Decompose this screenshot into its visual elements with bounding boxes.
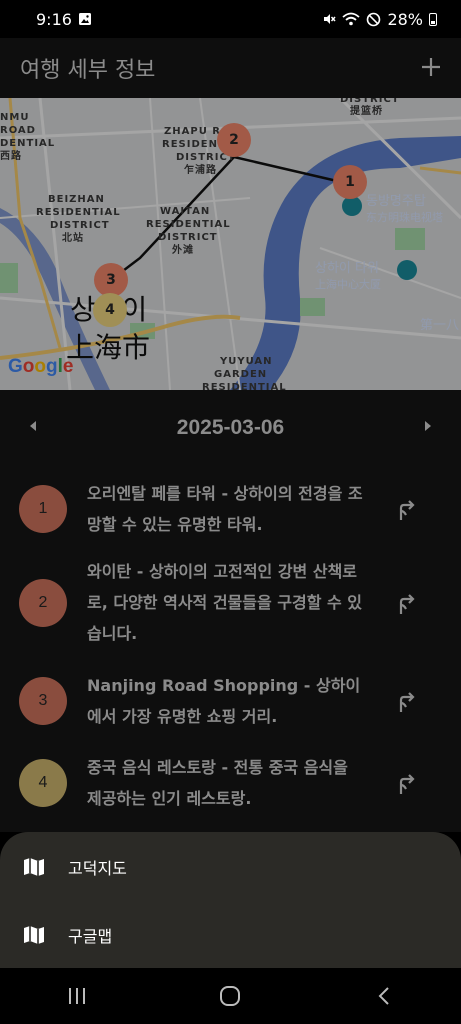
home-icon: [220, 986, 241, 1006]
map-label-residential-3: RESIDENTIAL: [146, 219, 231, 230]
place-number-badge: 4: [19, 759, 67, 807]
map-label-tower-cn: 上海中心大厦: [315, 278, 381, 291]
map-marker-2[interactable]: 2: [217, 123, 251, 157]
system-nav-bar: [0, 968, 461, 1024]
status-right: 28%: [322, 10, 437, 29]
date-navigation: 2025-03-06: [0, 390, 461, 466]
next-date-button[interactable]: [423, 420, 433, 436]
recents-button[interactable]: [47, 976, 107, 1016]
map-label-beizhan: BEIZHAN: [48, 194, 105, 205]
page-title: 여행 세부 정보: [20, 58, 156, 83]
mute-icon: [324, 14, 337, 24]
app-bar: 여행 세부 정보: [0, 38, 461, 98]
map-icon: [24, 858, 44, 876]
place-description: 와이탄 - 상하이의 고전적인 강변 산책로로, 다양한 역사적 건물들을 구경…: [87, 562, 363, 643]
add-button[interactable]: [421, 54, 441, 82]
battery-icon: [429, 12, 437, 26]
place-description: 오리엔탈 페를 타워 - 상하이의 전경을 조망할 수 있는 유명한 타워.: [87, 484, 363, 534]
map-label-garden: GARDEN: [214, 369, 268, 380]
map-label-zhapu-cn: 乍浦路: [184, 165, 217, 176]
directions-icon[interactable]: [394, 690, 418, 714]
place-number-badge: 3: [19, 677, 67, 725]
map-label-district-top: DISTRICT: [340, 98, 400, 105]
dnd-icon: [367, 12, 381, 26]
map-label-tilanqiao: 提篮桥: [350, 106, 383, 117]
directions-icon[interactable]: [394, 498, 418, 522]
map-app-bottom-sheet: 고덕지도 구글맵: [0, 832, 461, 968]
image-icon: [78, 13, 91, 25]
list-item[interactable]: 1 오리엔탈 페를 타워 - 상하이의 전경을 조망할 수 있는 유명한 타워.: [0, 478, 461, 540]
route-map[interactable]: NMU ROAD DENTIAL 西路 ZHAPU ROAD RESIDENTI…: [0, 98, 461, 390]
back-button[interactable]: [354, 976, 414, 1016]
sheet-item-label: 구글맵: [68, 927, 113, 946]
caret-right-icon: [424, 421, 431, 431]
map-label-residential-4: RESIDENTIAL: [202, 382, 287, 390]
map-label-road: ROAD: [0, 125, 36, 136]
map-label-district-2: DISTRICT: [50, 220, 110, 231]
home-button[interactable]: [200, 976, 260, 1016]
list-item[interactable]: 2 와이탄 - 상하이의 고전적인 강변 산책로로, 다양한 역사적 건물들을 …: [0, 556, 461, 649]
map-label-nmu: NMU: [0, 112, 30, 123]
battery-percent: 28%: [387, 9, 423, 29]
sheet-item-label: 고덕지도: [68, 859, 127, 878]
directions-icon[interactable]: [394, 772, 418, 796]
list-item[interactable]: 4 중국 음식 레스토랑 - 전통 중국 음식을 제공하는 인기 레스토랑.: [0, 752, 461, 814]
map-label-yuyuan: YUYUAN: [220, 356, 273, 367]
plus-icon: [422, 58, 440, 76]
map-label-residential-2: RESIDENTIAL: [36, 207, 121, 218]
map-label-diyi: 第一八: [420, 318, 460, 333]
map-label-pearl-cn: 东方明珠电视塔: [366, 211, 443, 224]
map-marker-4[interactable]: 4: [93, 293, 127, 327]
place-description: 중국 음식 레스토랑 - 전통 중국 음식을 제공하는 인기 레스토랑.: [87, 758, 348, 808]
map-marker-3[interactable]: 3: [94, 263, 128, 297]
map-label-xilu: 西路: [0, 151, 22, 162]
place-list: 1 오리엔탈 페를 타워 - 상하이의 전경을 조망할 수 있는 유명한 타워.…: [0, 466, 461, 832]
status-bar: 9:16 28%: [0, 0, 461, 38]
map-label-tower-ko: 상하이 타워: [315, 261, 379, 276]
map-label-pearl-ko: 동방명주탑: [366, 194, 426, 209]
map-label-beizhan-cn: 北站: [62, 233, 84, 244]
list-item[interactable]: 3 Nanjing Road Shopping - 상하이에서 가장 유명한 쇼…: [0, 670, 461, 732]
place-number-badge: 1: [19, 485, 67, 533]
place-description: Nanjing Road Shopping - 상하이에서 가장 유명한 쇼핑 …: [87, 676, 361, 726]
open-gaode-map-option[interactable]: 고덕지도: [0, 836, 461, 898]
prev-date-button[interactable]: [28, 420, 38, 436]
back-icon: [378, 987, 389, 1005]
google-logo: Google: [8, 356, 74, 377]
map-label-waitan-cn: 外滩: [172, 245, 194, 256]
status-left: 9:16: [36, 10, 92, 29]
recents-icon: [68, 988, 85, 1004]
open-google-maps-option[interactable]: 구글맵: [0, 904, 461, 966]
place-number-badge: 2: [19, 579, 67, 627]
wifi-icon: [342, 12, 361, 26]
status-time: 9:16: [36, 9, 72, 29]
directions-icon[interactable]: [394, 592, 418, 616]
map-label-district-3: DISTRICT: [158, 232, 218, 243]
map-label-dential: DENTIAL: [0, 138, 56, 149]
caret-left-icon: [30, 421, 36, 431]
map-marker-1[interactable]: 1: [333, 165, 367, 199]
map-icon: [24, 926, 44, 944]
map-city-cn: 上海市: [66, 331, 151, 364]
map-label-waitan: WAITAN: [160, 206, 211, 217]
current-date: 2025-03-06: [176, 416, 285, 439]
